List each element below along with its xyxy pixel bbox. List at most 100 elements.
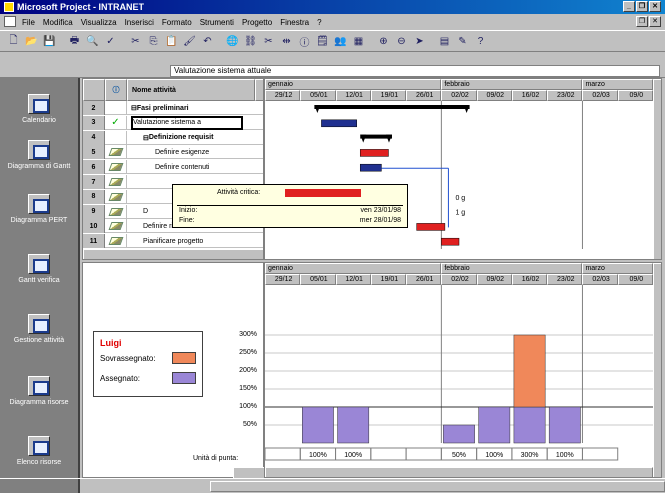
help-icon[interactable]: ?: [473, 34, 488, 49]
task-name-cell[interactable]: Valutazione sistema a: [131, 115, 243, 130]
zoom-in-icon[interactable]: ⊕: [376, 34, 391, 49]
view-resource-graph[interactable]: Diagramma risorse: [6, 376, 72, 407]
menu-modifica[interactable]: Modifica: [43, 18, 73, 27]
view-gantt[interactable]: Diagramma di Gantt: [6, 140, 72, 171]
gantt-wizard-icon[interactable]: ▤: [437, 34, 452, 49]
tooltip-start-value: ven 23/01/98: [360, 207, 401, 214]
task-row[interactable]: 6 Definire contenuti: [83, 160, 263, 175]
doc-restore-button[interactable]: ❐: [636, 16, 648, 27]
peak-units-cell: [405, 447, 442, 461]
menu-file[interactable]: File: [22, 18, 35, 27]
task-row[interactable]: 3 ✓ Valutazione sistema a: [83, 115, 263, 130]
cut-icon[interactable]: ✂: [128, 34, 143, 49]
assign-resources-icon[interactable]: 👥: [333, 34, 348, 49]
row-number[interactable]: 2: [83, 101, 105, 115]
task-name: Definizione requisit: [148, 134, 214, 142]
row-number[interactable]: 6: [83, 160, 105, 175]
window-title: Microsoft Project - INTRANET: [17, 2, 145, 12]
row-number[interactable]: 10: [83, 219, 105, 234]
document-icon[interactable]: [4, 16, 16, 27]
tracking-gantt-icon: [28, 254, 50, 274]
menu-finestra[interactable]: Finestra: [280, 18, 309, 27]
split-task-icon[interactable]: ⇹: [279, 34, 294, 49]
insert-hyperlink-icon[interactable]: 🌐: [225, 34, 240, 49]
menu-visualizza[interactable]: Visualizza: [81, 18, 117, 27]
row-number[interactable]: 11: [83, 234, 105, 249]
title-bar: Microsoft Project - INTRANET _ ❐ ✕: [0, 0, 665, 14]
peak-units-cell: [265, 447, 301, 461]
link-tasks-icon[interactable]: ⛓: [243, 34, 258, 49]
view-resource-sheet[interactable]: Elenco risorse: [6, 436, 72, 467]
menu-help[interactable]: ?: [317, 18, 321, 27]
view-calendario[interactable]: Calendario: [6, 94, 72, 125]
task-name-cell[interactable]: Definire contenuti: [155, 160, 255, 174]
note-icon: [105, 189, 127, 204]
peak-units-cell: [370, 447, 407, 461]
standard-toolbar: 🗋 📂 💾 🖶 🔍 ✓ ✂ ⎘ 📋 🖌 ↶ 🌐 ⛓ ✂ ⇹ ⓘ 🗒 👥 ▦ ⊕ …: [0, 30, 665, 52]
overallocated-swatch: [172, 352, 196, 364]
row-number[interactable]: 8: [83, 189, 105, 204]
peak-units-value: 100%: [485, 452, 503, 459]
view-task-usage[interactable]: Gestione attività: [6, 314, 72, 345]
menu-formato[interactable]: Formato: [162, 18, 192, 27]
duration-label: 0 g: [455, 195, 465, 202]
select-all-header[interactable]: [83, 79, 105, 101]
menu-strumenti[interactable]: Strumenti: [200, 18, 234, 27]
task-name: D: [143, 208, 149, 216]
undo-icon[interactable]: ↶: [200, 34, 215, 49]
note-icon: [105, 160, 127, 175]
row-number[interactable]: 3: [83, 115, 105, 130]
row-number[interactable]: 9: [83, 204, 105, 219]
hist-week-header: 16/02: [511, 274, 548, 285]
task-notes-icon[interactable]: 🗒: [315, 34, 330, 49]
task-name-header[interactable]: Nome attività: [127, 79, 255, 101]
task-name-cell[interactable]: Pianificare progetto: [143, 234, 255, 248]
more-columns-header[interactable]: [255, 79, 263, 101]
format-painter-icon[interactable]: 🖌: [182, 34, 197, 49]
unlink-tasks-icon[interactable]: ✂: [261, 34, 276, 49]
copy-picture-icon[interactable]: ▦: [351, 34, 366, 49]
task-name-cell[interactable]: Definire esigenze: [155, 145, 255, 159]
histogram-hscroll[interactable]: [265, 467, 653, 477]
row-number[interactable]: 7: [83, 175, 105, 189]
doc-close-button[interactable]: ✕: [649, 16, 661, 27]
histogram-vscroll[interactable]: [653, 263, 661, 477]
table-hscroll[interactable]: [83, 249, 263, 259]
row-number[interactable]: 4: [83, 130, 105, 145]
gantt-vscroll[interactable]: [653, 79, 661, 259]
indicator-cell: [105, 130, 127, 145]
menu-progetto[interactable]: Progetto: [242, 18, 272, 27]
print-preview-icon[interactable]: 🔍: [85, 34, 100, 49]
save-icon[interactable]: 💾: [42, 34, 57, 49]
paste-icon[interactable]: 📋: [164, 34, 179, 49]
task-row[interactable]: 2 ⊟ Fasi preliminari: [83, 101, 263, 115]
task-name-cell[interactable]: ⊟ Fasi preliminari: [131, 101, 255, 115]
pert-chart-icon: [28, 194, 50, 214]
task-row[interactable]: 11 Pianificare progetto: [83, 234, 263, 249]
overallocated-bar: [513, 334, 546, 408]
new-icon[interactable]: 🗋: [6, 34, 21, 49]
tooltip-end-value: mer 28/01/98: [359, 217, 401, 224]
goto-selected-task-icon[interactable]: ➤: [412, 34, 427, 49]
hist-week-header: 09/02: [476, 274, 512, 285]
menu-inserisci[interactable]: Inserisci: [125, 18, 154, 27]
entry-field[interactable]: Valutazione sistema attuale: [170, 65, 660, 77]
close-button[interactable]: ✕: [649, 1, 661, 12]
minimize-button[interactable]: _: [623, 1, 635, 12]
task-info-icon[interactable]: ⓘ: [297, 34, 312, 49]
print-icon[interactable]: 🖶: [67, 34, 82, 49]
completed-check-icon: ✓: [105, 115, 127, 130]
copy-icon[interactable]: ⎘: [146, 34, 161, 49]
zoom-out-icon[interactable]: ⊖: [394, 34, 409, 49]
row-number[interactable]: 5: [83, 145, 105, 160]
view-tracking-gantt[interactable]: Gantt verifica: [6, 254, 72, 285]
open-icon[interactable]: 📂: [24, 34, 39, 49]
task-name-cell[interactable]: ⊟ Definizione requisit: [143, 131, 255, 145]
restore-button[interactable]: ❐: [636, 1, 648, 12]
indicators-header[interactable]: ⓘ: [105, 79, 127, 101]
task-row[interactable]: 4 ⊟ Definizione requisit: [83, 130, 263, 145]
task-row[interactable]: 5 Definire esigenze: [83, 145, 263, 160]
spelling-icon[interactable]: ✓: [103, 34, 118, 49]
answer-wizard-icon[interactable]: ✎: [455, 34, 470, 49]
view-pert[interactable]: Diagramma PERT: [6, 194, 72, 225]
